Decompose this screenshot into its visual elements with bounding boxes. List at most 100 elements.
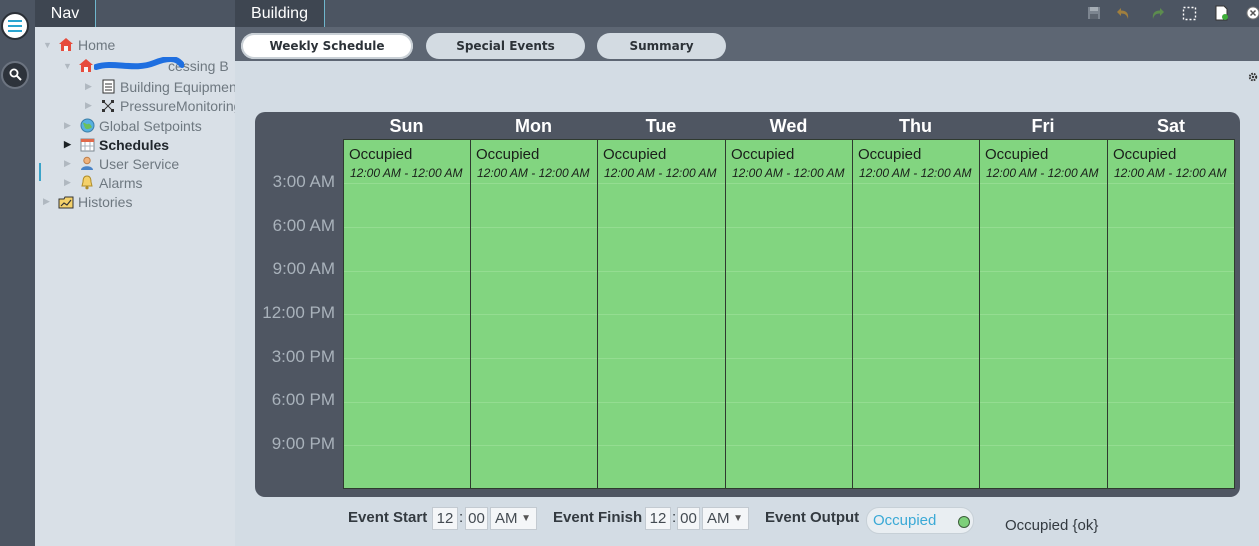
tab-summary[interactable]: Summary <box>597 33 726 59</box>
tree-item-schedules[interactable]: ▶ Schedules <box>64 135 169 154</box>
tab-special-events[interactable]: Special Events <box>426 33 585 59</box>
chevron-down-icon: ▼ <box>521 513 531 524</box>
calendar-icon <box>78 137 96 153</box>
globe-icon <box>78 118 96 134</box>
time-label: 3:00 AM <box>272 172 335 191</box>
view-tab-strip: Weekly Schedule Special Events Summary <box>235 27 1259 61</box>
event-output-toggle[interactable]: Occupied <box>866 507 974 534</box>
expand-arrow-icon[interactable]: ▶ <box>43 196 57 207</box>
time-label: 6:00 AM <box>272 216 335 235</box>
day-header-mon: Mon <box>515 115 552 136</box>
event-finish-ampm-select[interactable]: AM ▼ <box>702 507 749 530</box>
expand-arrow-icon[interactable]: ▶ <box>85 100 99 111</box>
expand-arrow-icon[interactable]: ▼ <box>63 61 77 71</box>
event-output-value: Occupied <box>873 512 937 529</box>
day-header-sun: Sun <box>389 115 424 136</box>
settings-gear-icon[interactable] <box>1248 67 1258 86</box>
event-start-ampm-select[interactable]: AM ▼ <box>490 507 537 530</box>
expand-arrow-icon[interactable]: ▶ <box>64 120 78 131</box>
time-label: 9:00 PM <box>271 434 335 453</box>
save-icon[interactable] <box>1085 4 1103 22</box>
ampm-value: AM <box>495 510 518 527</box>
day-divider <box>979 140 980 488</box>
day-header-thu: Thu <box>899 115 932 136</box>
event-block-tue-title[interactable]: Occupied <box>603 146 666 163</box>
event-output-label: Event Output <box>765 509 860 526</box>
tree-item-user-service[interactable]: ▶ User Service <box>64 154 179 173</box>
document-icon <box>99 79 117 95</box>
search-icon <box>9 66 22 85</box>
house-icon <box>77 58 95 74</box>
time-label: 12:00 PM <box>262 303 335 322</box>
select-icon[interactable] <box>1180 4 1198 22</box>
tree-label: Home <box>78 36 116 53</box>
tree-label: User Service <box>99 155 180 172</box>
event-start-label: Event Start <box>348 509 428 526</box>
event-block-wed-title[interactable]: Occupied <box>731 146 794 163</box>
grid-line <box>344 183 1234 184</box>
schedule-grid[interactable] <box>343 139 1235 489</box>
selection-marker <box>39 163 41 181</box>
tree-item-histories[interactable]: ▶ Histories <box>43 192 132 211</box>
grid-line <box>344 402 1234 403</box>
grid-line <box>344 227 1234 228</box>
expand-arrow-icon[interactable]: ▼ <box>43 40 57 50</box>
event-block-sat-title[interactable]: Occupied <box>1113 146 1176 163</box>
bell-icon <box>78 175 96 191</box>
time-label: 9:00 AM <box>272 259 335 278</box>
event-block-mon-title[interactable]: Occupied <box>476 146 539 163</box>
tree-label: Alarms <box>99 174 143 191</box>
time-label: 3:00 PM <box>271 347 335 366</box>
search-button[interactable] <box>1 61 29 89</box>
day-divider <box>1107 140 1108 488</box>
tab-nav[interactable]: Nav <box>35 0 96 27</box>
house-icon <box>57 37 75 53</box>
day-divider <box>470 140 471 488</box>
tree-item-building[interactable]: ▼ cessing B <box>63 56 229 75</box>
event-finish-minute-field[interactable]: 00 <box>677 507 700 530</box>
tab-weekly-schedule[interactable]: Weekly Schedule <box>241 33 413 59</box>
expand-arrow-icon[interactable]: ▶ <box>64 177 78 188</box>
expand-arrow-icon[interactable]: ▶ <box>64 139 78 150</box>
day-header-tue: Tue <box>645 115 677 136</box>
tree-item-pressure-monitoring[interactable]: ▶ PressureMonitoring <box>85 96 235 115</box>
undo-icon[interactable] <box>1115 4 1133 22</box>
event-start-minute-field[interactable]: 00 <box>465 507 488 530</box>
event-finish-label: Event Finish <box>553 509 643 526</box>
tree-item-building-equipment[interactable]: ▶ Building Equipmen <box>85 77 235 96</box>
export-icon[interactable] <box>1212 4 1230 22</box>
chevron-down-icon: ▼ <box>733 513 743 524</box>
status-dot-icon <box>958 516 970 528</box>
day-header-fri: Fri <box>1031 115 1055 136</box>
event-start-hour-field[interactable]: 12 <box>432 507 458 530</box>
tree-item-home[interactable]: ▼ Home <box>43 35 115 54</box>
tree-label: Histories <box>78 193 133 210</box>
close-icon[interactable] <box>1244 4 1259 22</box>
tree-label: Global Setpoints <box>99 117 202 134</box>
event-finish-hour-field[interactable]: 12 <box>645 507 671 530</box>
event-block-thu-time: 12:00 AM - 12:00 AM <box>859 166 972 180</box>
redo-icon[interactable] <box>1148 4 1166 22</box>
left-rail <box>0 0 35 546</box>
event-block-sun-title[interactable]: Occupied <box>349 146 412 163</box>
event-block-fri-time: 12:00 AM - 12:00 AM <box>986 166 1099 180</box>
expand-arrow-icon[interactable]: ▶ <box>85 81 99 92</box>
main-header: Building <box>235 0 1259 27</box>
time-separator: : <box>672 509 677 526</box>
tree-item-alarms[interactable]: ▶ Alarms <box>64 173 143 192</box>
network-icon <box>99 98 117 114</box>
event-block-thu-title[interactable]: Occupied <box>858 146 921 163</box>
grid-line <box>344 271 1234 272</box>
event-block-tue-time: 12:00 AM - 12:00 AM <box>604 166 717 180</box>
menu-button[interactable] <box>1 12 29 40</box>
grid-line <box>344 314 1234 315</box>
history-icon <box>57 194 75 210</box>
time-label: 6:00 PM <box>271 390 335 409</box>
tree-item-global-setpoints[interactable]: ▶ Global Setpoints <box>64 116 202 135</box>
time-separator: : <box>459 509 464 526</box>
expand-arrow-icon[interactable]: ▶ <box>64 158 78 169</box>
event-block-fri-title[interactable]: Occupied <box>985 146 1048 163</box>
tab-building[interactable]: Building <box>235 0 325 27</box>
tree-label: PressureMonitoring <box>120 97 235 114</box>
day-header-wed: Wed <box>769 115 808 136</box>
